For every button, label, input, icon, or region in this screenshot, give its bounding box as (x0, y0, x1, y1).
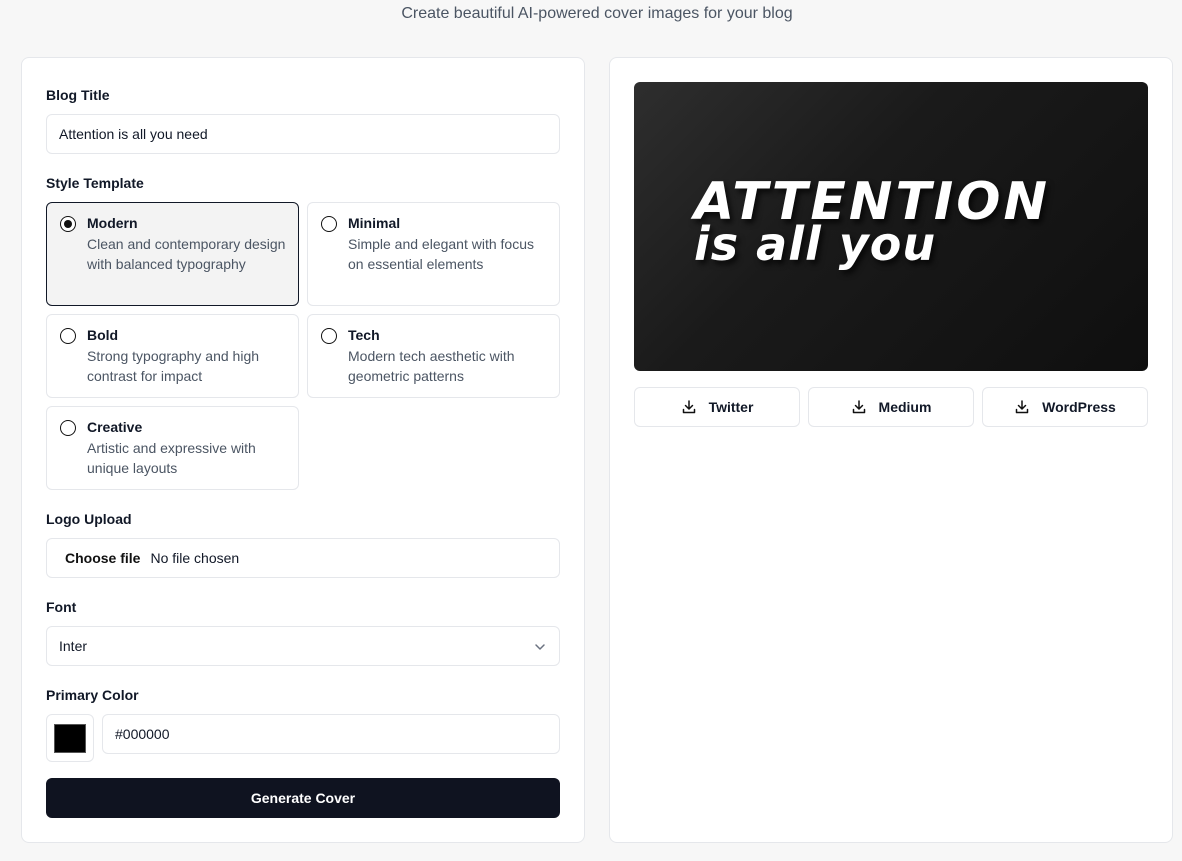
template-option-creative[interactable]: Creative Artistic and expressive with un… (46, 406, 299, 490)
color-swatch (54, 724, 86, 753)
template-name: Modern (87, 215, 138, 231)
font-label: Font (46, 599, 77, 615)
chevron-down-icon (535, 644, 545, 650)
template-description: Clean and contemporary design with balan… (87, 236, 286, 272)
template-description: Strong typography and high contrast for … (87, 348, 260, 384)
template-name: Creative (87, 419, 143, 435)
download-icon (852, 400, 865, 414)
template-option-modern[interactable]: Modern Clean and contemporary design wit… (46, 202, 299, 306)
primary-color-label: Primary Color (46, 687, 139, 703)
radio-tech[interactable] (321, 328, 337, 344)
template-description: Modern tech aesthetic with geometric pat… (348, 348, 515, 384)
radio-minimal[interactable] (321, 216, 337, 232)
radio-creative[interactable] (60, 420, 76, 436)
download-label: WordPress (1042, 399, 1116, 415)
download-wordpress-button[interactable]: WordPress (982, 387, 1148, 427)
template-name: Minimal (348, 215, 401, 231)
radio-bold[interactable] (60, 328, 76, 344)
color-picker[interactable] (46, 714, 94, 762)
logo-upload-input[interactable]: Choose file No file chosen (46, 538, 560, 578)
download-label: Medium (878, 399, 932, 415)
download-icon (1015, 400, 1029, 414)
template-option-minimal[interactable]: Minimal Simple and elegant with focus on… (307, 202, 560, 306)
template-option-bold[interactable]: Bold Strong typography and high contrast… (46, 314, 299, 398)
cover-title-line2: is all you (694, 217, 937, 271)
primary-color-input[interactable]: #000000 (102, 714, 560, 754)
preview-panel: ATTENTION is all you Twitter Medium Word… (609, 57, 1173, 843)
logo-upload-label: Logo Upload (46, 511, 132, 527)
download-label: Twitter (708, 399, 754, 415)
template-option-tech[interactable]: Tech Modern tech aesthetic with geometri… (307, 314, 560, 398)
cover-preview: ATTENTION is all you (634, 82, 1148, 371)
radio-modern[interactable] (60, 216, 76, 232)
template-name: Tech (348, 327, 380, 343)
template-name: Bold (87, 327, 119, 343)
download-icon (682, 400, 695, 414)
download-twitter-button[interactable]: Twitter (634, 387, 800, 427)
blog-title-input[interactable]: Attention is all you need (46, 114, 560, 154)
generate-cover-button[interactable]: Generate Cover (46, 778, 560, 818)
page-subtitle: Create beautiful AI-powered cover images… (401, 5, 793, 22)
choose-file-button[interactable]: Choose file (65, 550, 140, 566)
settings-panel: Blog Title Attention is all you need Sty… (21, 57, 585, 843)
blog-title-label: Blog Title (46, 87, 110, 103)
file-status: No file chosen (150, 550, 240, 566)
font-select[interactable]: Inter (46, 626, 560, 666)
font-selected-value: Inter (59, 638, 88, 654)
template-description: Artistic and expressive with unique layo… (87, 440, 256, 476)
download-medium-button[interactable]: Medium (808, 387, 974, 427)
template-description: Simple and elegant with focus on essenti… (348, 236, 534, 272)
style-template-label: Style Template (46, 175, 144, 191)
